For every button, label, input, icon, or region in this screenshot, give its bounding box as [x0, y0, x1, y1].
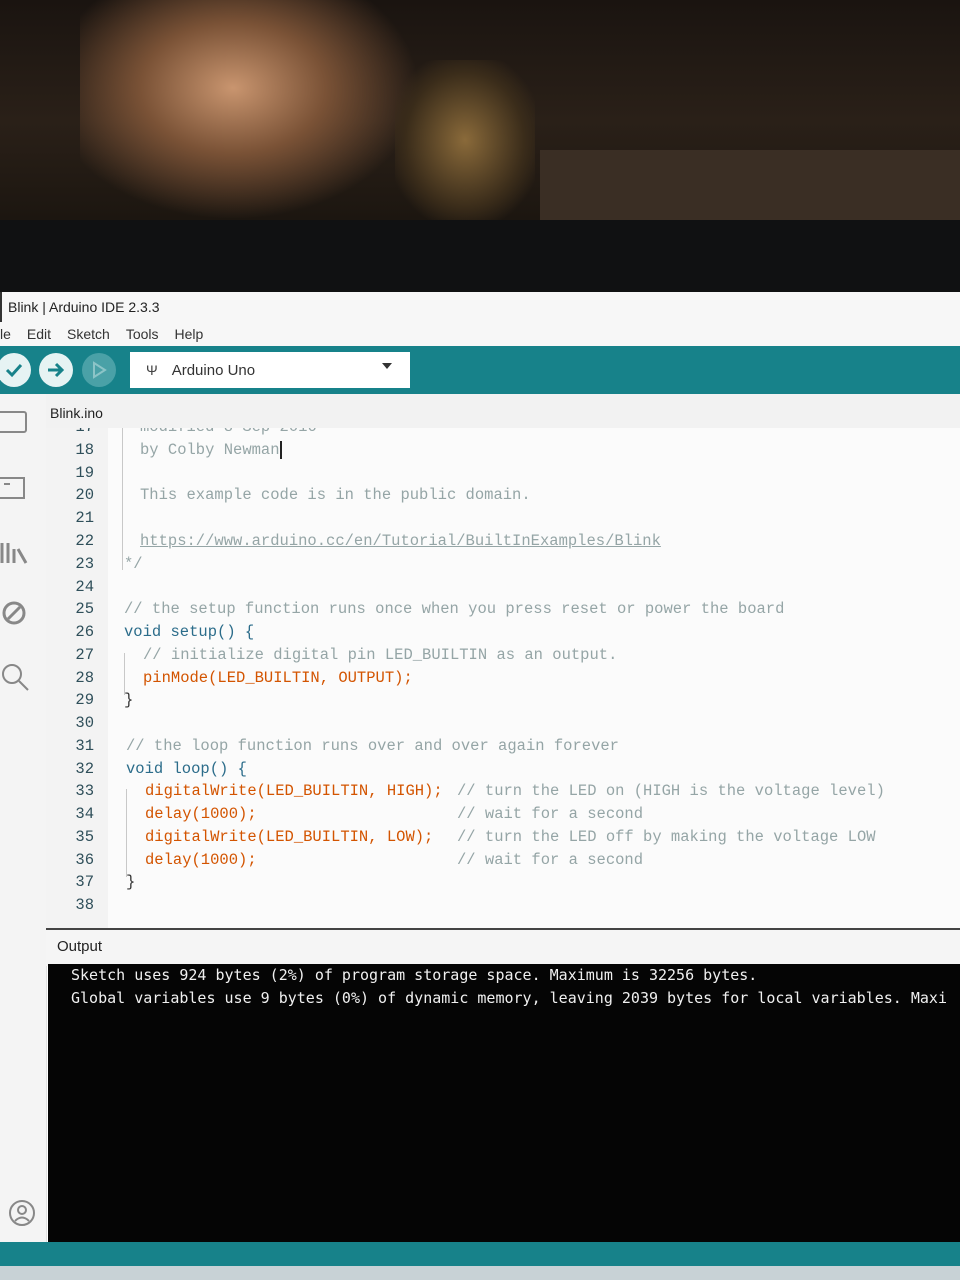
code-line: 34 delay(1000);// wait for a second [75, 805, 644, 823]
code-line: 32 void loop() { [75, 760, 247, 778]
chevron-down-icon [382, 363, 392, 369]
blink-tutorial-link[interactable]: https://www.arduino.cc/en/Tutorial/Built… [140, 530, 661, 553]
code-line: 37} [75, 873, 136, 891]
hand-shape [80, 0, 420, 220]
code-line: 36 delay(1000);// wait for a second [75, 851, 644, 869]
code-line: 21 [75, 509, 94, 527]
code-line: 33 digitalWrite(LED_BUILTIN, HIGH);// tur… [75, 782, 885, 800]
output-panel-header: Output [46, 928, 960, 966]
checkmark-icon [5, 363, 23, 378]
code-line: 35 digitalWrite(LED_BUILTIN, LOW);// turn… [75, 828, 876, 846]
bottle-shape [395, 60, 535, 220]
editor-tabs: Blink.ino [46, 394, 960, 428]
code-line: 25// the setup function runs once when y… [75, 600, 785, 618]
toolbar: Ψ Arduino Uno [0, 346, 960, 394]
code-line: 22 https://www.arduino.cc/en/Tutorial/Bui… [46, 530, 946, 553]
debug-icon [93, 361, 107, 379]
sketchbook-icon[interactable] [0, 408, 30, 436]
output-console[interactable]: Sketch uses 924 bytes (2%) of program st… [48, 964, 960, 1242]
arrow-right-icon [48, 362, 65, 378]
ide-window: Blink | Arduino IDE 2.3.3 le Edit Sketch… [0, 292, 960, 1280]
code-line: 30 [75, 714, 94, 732]
shelf-shape [540, 150, 960, 220]
menu-sketch[interactable]: Sketch [67, 326, 110, 342]
upload-button[interactable] [39, 353, 73, 387]
code-line: 24 [75, 578, 94, 596]
code-line: 38 [75, 896, 94, 914]
monitor-bezel [0, 220, 960, 292]
output-title: Output [57, 938, 103, 955]
text-cursor [279, 440, 282, 459]
code-line: 27// initialize digital pin LED_BUILTIN … [75, 646, 618, 664]
usb-icon: Ψ [146, 362, 158, 378]
debug-button[interactable] [82, 353, 116, 387]
window-title: Blink | Arduino IDE 2.3.3 [0, 292, 960, 322]
os-taskbar [0, 1266, 960, 1280]
code-line: 29} [75, 691, 134, 709]
code-line: 26 void setup() { [75, 623, 255, 641]
activity-sidebar [0, 394, 47, 1242]
tab-blink-ino[interactable]: Blink.ino [50, 394, 103, 428]
code-line: 23 */ [75, 555, 143, 573]
debug-sidebar-icon[interactable] [0, 599, 30, 627]
board-selector[interactable]: Ψ Arduino Uno [130, 352, 410, 388]
code-line: 19 [75, 464, 94, 482]
menu-file[interactable]: le [0, 326, 11, 342]
menu-tools[interactable]: Tools [126, 326, 159, 342]
code-line: 31// the loop function runs over and ove… [75, 737, 619, 755]
board-name: Arduino Uno [171, 361, 256, 379]
verify-button[interactable] [0, 353, 31, 387]
background-photo [0, 0, 960, 220]
code-line: 20 This example code is in the public dom… [75, 486, 531, 504]
search-icon[interactable] [0, 662, 30, 692]
output-line: Sketch uses 924 bytes (2%) of program st… [71, 966, 758, 984]
status-bar [0, 1242, 960, 1266]
code-line: 17modified 8 Sep 2016 [46, 428, 946, 439]
menu-bar: le Edit Sketch Tools Help [0, 322, 960, 346]
code-line: 28 pinMode(LED_BUILTIN, OUTPUT); [75, 669, 413, 687]
code-line: 18 by Colby Newman [75, 440, 282, 459]
output-line: Global variables use 9 bytes (0%) of dyn… [71, 989, 947, 1007]
library-icon[interactable] [0, 539, 30, 567]
menu-help[interactable]: Help [175, 326, 204, 342]
profile-icon[interactable] [8, 1199, 36, 1227]
menu-edit[interactable]: Edit [27, 326, 51, 342]
code-editor[interactable]: 17modified 8 Sep 2016 18by Colby Newman … [46, 428, 960, 928]
boards-manager-icon[interactable] [0, 474, 30, 502]
